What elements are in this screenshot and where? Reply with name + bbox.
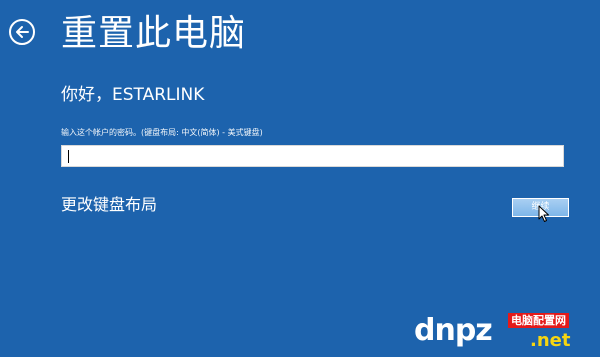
- back-button[interactable]: [9, 19, 35, 45]
- watermark-domain: .net: [530, 330, 571, 351]
- change-keyboard-layout-link[interactable]: 更改键盘布局: [61, 194, 157, 216]
- mouse-pointer-icon: [538, 205, 550, 227]
- watermark: dnpz 电脑配置网 .net: [414, 303, 600, 357]
- text-caret: [68, 149, 69, 163]
- password-prompt-label: 输入这个帐户的密码。(键盘布局: 中文(简体) - 美式键盘): [61, 128, 263, 137]
- page-title: 重置此电脑: [61, 13, 247, 54]
- watermark-logo: dnpz: [414, 313, 493, 348]
- password-input[interactable]: [61, 145, 564, 167]
- arrow-left-icon: [15, 25, 29, 39]
- account-greeting: 你好，ESTARLINK: [61, 85, 205, 105]
- watermark-site-name: 电脑配置网: [508, 313, 569, 328]
